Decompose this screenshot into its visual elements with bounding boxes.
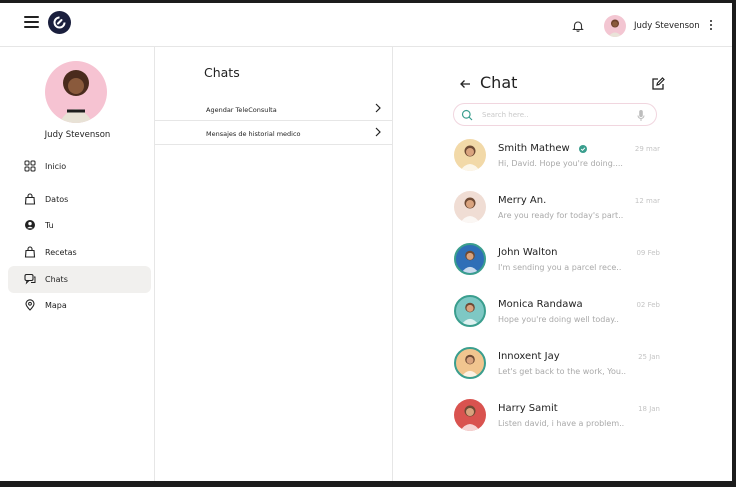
contact-avatar[interactable] [454,347,486,379]
profile-name: Judy Stevenson [44,130,111,140]
verified-badge-icon [579,145,587,153]
logo-mark-icon [53,16,66,29]
message-date: 29 mar [634,145,660,153]
message-date: 02 Feb [636,301,660,309]
conversation-item[interactable]: Harry Samit 18 Jan Listen david, i have a … [453,399,663,439]
contact-name: Harry Samit [498,403,558,414]
bag-icon [24,246,36,258]
sidebar-item-label: Mapa [45,301,67,310]
hamburger-menu-icon[interactable] [24,16,39,28]
person-avatar-icon [460,197,480,223]
search-input-placeholder[interactable]: Search here.. [482,111,529,119]
sidebar-item-mapa[interactable]: Mapa [8,292,151,319]
menu-item-label: Agendar TeleConsulta [206,106,277,114]
contact-avatar[interactable] [454,139,486,171]
contact-name: John Walton [498,247,558,258]
sidebar-item-inicio[interactable]: Inicio [8,153,151,180]
header-avatar[interactable] [604,15,626,37]
contact-name: Smith Mathew [498,143,570,154]
chat-bubbles-icon [24,273,36,285]
chats-menu-panel: Chats Agendar TeleConsulta Mensajes de h… [155,47,393,481]
message-preview: Hi, David. Hope you're doing.... [498,159,623,168]
contact-avatar[interactable] [454,191,486,223]
search-icon [461,109,473,121]
sidebar-item-label: Recetas [45,248,77,257]
contact-name: Innoxent Jay [498,351,560,362]
sidebar-item-label: Tu [45,221,54,230]
profile-avatar [45,61,107,123]
sidebar: Judy Stevenson Inicio Datos Tu Recetas C… [0,47,155,481]
message-preview: I'm sending you a parcel rece.. [498,263,622,272]
sidebar-item-datos[interactable]: Datos [8,186,151,213]
message-date: 09 Feb [636,249,660,257]
arrow-left-icon[interactable] [459,79,471,89]
sidebar-item-recetas[interactable]: Recetas [8,239,151,266]
sidebar-item-label: Inicio [45,162,67,171]
more-options-icon[interactable] [709,20,713,32]
conversation-item[interactable]: Smith Mathew 29 mar Hi, David. Hope you're… [453,139,663,179]
microphone-icon[interactable] [637,109,645,122]
chevron-right-icon [375,127,381,137]
bag-icon [24,193,36,205]
message-preview: Hope you're doing well today.. [498,315,619,324]
app-logo[interactable] [48,11,71,34]
compose-icon[interactable] [651,77,665,91]
grid-icon [24,160,36,172]
message-preview: Let's get back to the work, You.. [498,367,627,376]
menu-item-historial-medico[interactable]: Mensajes de historial medico [155,122,393,145]
bell-icon[interactable] [571,19,585,33]
sidebar-item-label: Chats [45,275,68,284]
menu-item-label: Mensajes de historial medico [206,130,301,138]
conversation-item[interactable]: Innoxent Jay 25 Jan Let's get back to the … [453,347,663,387]
conversation-item[interactable]: Monica Randawa 02 Feb Hope you're doing we… [453,295,663,335]
message-date: 12 mar [634,197,660,205]
contact-name: Merry An. [498,195,547,206]
person-avatar-icon [461,250,479,273]
conversation-item[interactable]: John Walton 09 Feb I'm sending you a parce… [453,243,663,283]
person-avatar-icon [608,19,622,37]
panel-title: Chats [204,65,240,80]
contact-avatar[interactable] [454,243,486,275]
sidebar-item-label: Datos [45,195,69,204]
person-avatar-icon [460,145,480,171]
message-preview: Listen david, i have a problem.. [498,419,625,428]
contact-avatar[interactable] [454,295,486,327]
sidebar-item-chats[interactable]: Chats [8,266,151,293]
person-avatar-icon [59,70,93,123]
chevron-right-icon [375,103,381,113]
contact-name: Monica Randawa [498,299,583,310]
person-avatar-icon [461,302,479,325]
top-bar: Judy Stevenson [0,3,732,47]
chat-list-panel: Chat Search here.. Smith Mathew 29 mar Hi,… [393,47,732,481]
contact-avatar[interactable] [454,399,486,431]
chat-title: Chat [480,73,518,92]
app-window: Judy Stevenson Judy Stevenson Inicio Dat… [0,3,732,481]
location-pin-icon [25,299,35,311]
header-user-name[interactable]: Judy Stevenson [634,21,700,31]
chat-search-bar[interactable]: Search here.. [453,103,657,126]
menu-item-agendar-teleconsulta[interactable]: Agendar TeleConsulta [155,98,393,121]
user-circle-icon [25,220,35,230]
message-preview: Are you ready for today's part.. [498,211,624,220]
message-date: 25 Jan [638,353,660,361]
message-date: 18 Jan [638,405,660,413]
conversation-item[interactable]: Merry An. 12 mar Are you ready for today's… [453,191,663,231]
person-avatar-icon [461,354,479,377]
sidebar-item-tu[interactable]: Tu [8,212,151,239]
person-avatar-icon [460,405,480,431]
